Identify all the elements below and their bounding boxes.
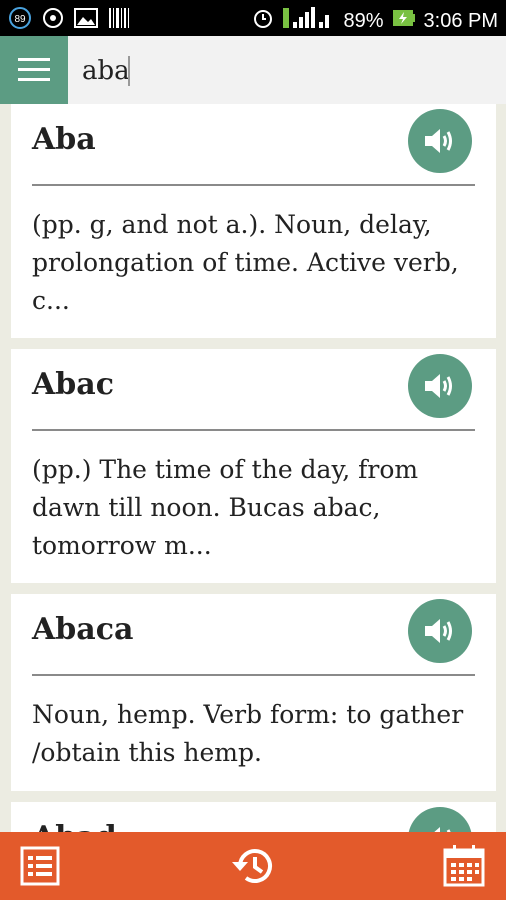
barcode-icon	[108, 7, 130, 34]
list-icon	[20, 846, 60, 886]
list-item[interactable]: Abad	[11, 802, 496, 832]
android-icon	[42, 7, 64, 34]
menu-button[interactable]	[0, 36, 68, 104]
search-input[interactable]	[80, 48, 464, 94]
notification-count-icon: 89	[8, 6, 32, 35]
divider	[32, 429, 475, 431]
divider	[32, 184, 475, 186]
results-list: Aba (pp. g, and not a.). Noun, delay, pr…	[0, 104, 506, 832]
speak-button[interactable]	[408, 109, 472, 173]
text-cursor	[128, 56, 130, 86]
history-icon	[232, 849, 272, 883]
speaker-icon	[425, 129, 452, 153]
speaker-icon	[425, 374, 452, 398]
entry-term: Abaca	[32, 612, 134, 647]
battery-percent: 89%	[343, 9, 384, 32]
speak-button[interactable]	[408, 599, 472, 663]
clock: 3:06 PM	[423, 9, 498, 32]
calendar-icon	[443, 845, 485, 887]
list-view-button[interactable]	[16, 842, 64, 890]
entry-definition: Noun, hemp. Verb form: to gather /obtain…	[32, 700, 464, 767]
list-item[interactable]: Abac (pp.) The time of the day, from daw…	[11, 349, 496, 583]
signal-icon	[283, 6, 335, 36]
notification-count: 89	[14, 14, 26, 25]
entry-term: Aba	[32, 122, 96, 157]
speaker-icon	[425, 619, 452, 643]
calendar-button[interactable]	[440, 842, 488, 890]
image-icon	[74, 8, 98, 33]
entry-term: Abad	[32, 820, 117, 832]
divider	[32, 674, 475, 676]
entry-definition: (pp.) The time of the day, from dawn til…	[32, 455, 419, 560]
list-item[interactable]: Abaca Noun, hemp. Verb form: to gather /…	[11, 594, 496, 791]
list-item[interactable]: Aba (pp. g, and not a.). Noun, delay, pr…	[11, 104, 496, 338]
history-button[interactable]	[229, 842, 277, 890]
status-right: 89% 3:06 PM	[251, 6, 498, 36]
battery-charging-icon	[392, 9, 416, 33]
entry-term: Abac	[32, 367, 114, 402]
speak-button[interactable]	[408, 354, 472, 418]
status-bar: 89 89% 3:06 PM	[0, 0, 506, 36]
alarm-icon	[251, 6, 275, 36]
status-left: 89	[8, 6, 130, 35]
bottom-nav	[0, 832, 506, 900]
speak-button[interactable]	[408, 807, 472, 832]
entry-definition: (pp. g, and not a.). Noun, delay, prolon…	[32, 210, 459, 315]
search-bar	[0, 36, 506, 104]
menu-icon	[18, 58, 50, 81]
speaker-icon	[434, 827, 451, 832]
